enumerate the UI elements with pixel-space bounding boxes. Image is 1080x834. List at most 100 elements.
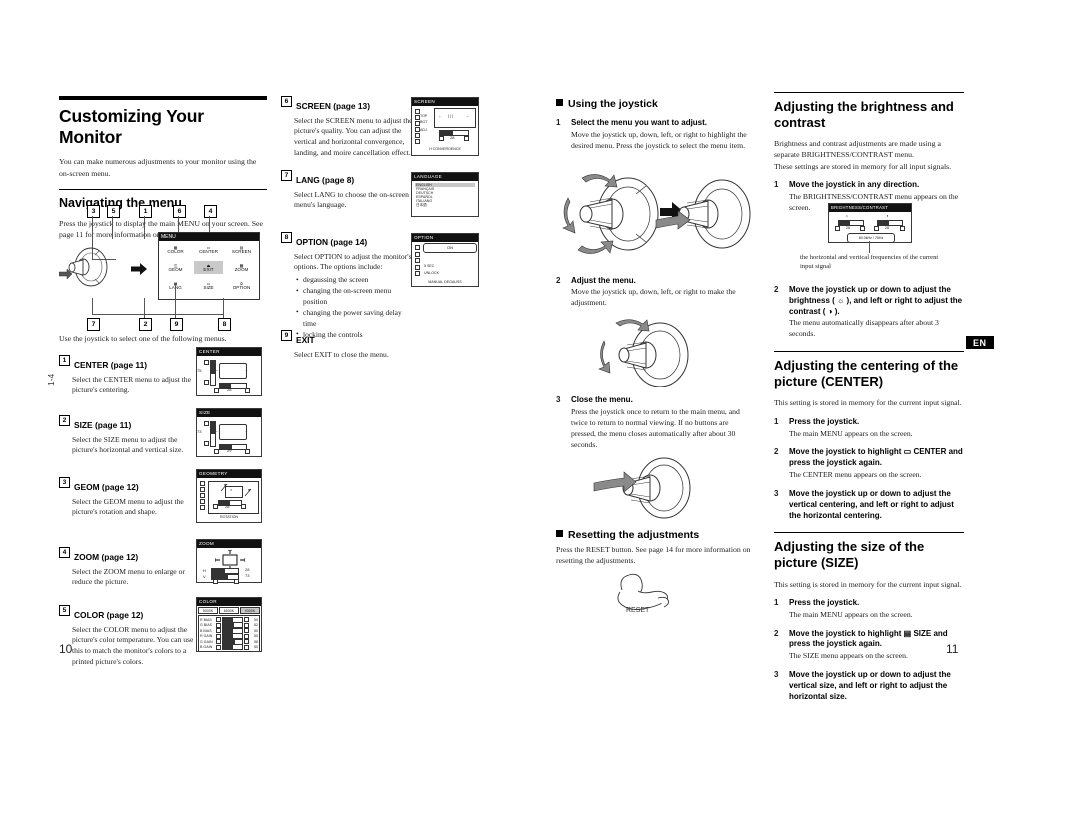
manual-page: Customizing Your Monitor You can make nu… (0, 0, 1080, 834)
osd-title: BRIGHTNESS/CONTRAST (829, 204, 911, 212)
leader-line (92, 314, 224, 315)
callout-flag-3: 3 (87, 205, 100, 218)
step-number: 3 (774, 489, 779, 499)
osd-left-arrow: ← (215, 367, 219, 372)
osd-v-value: 75 (197, 368, 202, 373)
osd-v-slider[interactable] (210, 421, 216, 447)
osd-brightness-value: 28 (846, 225, 850, 230)
osd-brightness-contrast: BRIGHTNESS/CONTRAST ☼ 28 ◑ 28 80.0kHz / … (828, 203, 912, 243)
menu-cell-geom[interactable]: ◫ GEOM (160, 259, 191, 275)
item-desc: Select the GEOM menu to adjust the pictu… (72, 496, 184, 517)
item-number: 1 (59, 355, 70, 366)
osd-v-slider[interactable] (210, 360, 216, 386)
step-number: 2 (774, 285, 779, 294)
bullet-square-icon (556, 99, 563, 106)
osd-title: OPTION (412, 234, 478, 242)
osd-on-field[interactable]: ON (423, 243, 477, 253)
osd-picture-rect (219, 424, 247, 440)
osd-zoom: ZOOM H 28 V 73 (196, 539, 262, 584)
osd-title: ZOOM (197, 540, 261, 548)
leader-line (223, 298, 224, 319)
osd-h-label: H (203, 568, 206, 573)
step-number: 2 (556, 275, 561, 285)
menu-cell-zoom[interactable]: ▩ ZOOM (226, 259, 257, 275)
step-number: 2 (774, 628, 779, 638)
reset-illustration-wrap: RESET (556, 572, 754, 622)
item-desc: Select the COLOR menu to adjust the pict… (72, 624, 194, 666)
osd-marker (204, 441, 209, 446)
osd-h-slider[interactable] (218, 500, 242, 506)
step-bold: Adjust the menu. (571, 275, 636, 285)
osd-label-bot: BOT (420, 120, 428, 124)
leader-line (112, 216, 113, 239)
osd-convergence-pattern: ||| (448, 113, 455, 118)
title-rule (59, 96, 267, 100)
zoom-expand-icon (215, 550, 245, 570)
color-row[interactable]: B GAIN 50 (200, 644, 258, 651)
center-intro: This setting is stored in memory for the… (774, 398, 962, 408)
osd-lock-value: UNLOCK (424, 271, 439, 275)
leader-line (144, 298, 145, 319)
osd-h-value: 29 (227, 448, 232, 453)
callout-flag-8: 8 (218, 318, 231, 331)
joystick-press-illustration (593, 457, 691, 519)
menu-cell-option[interactable]: ⛭ OPTION (226, 277, 257, 293)
osd-marker (204, 421, 209, 426)
osd-frequency-box: 80.0kHz / 75Hz (847, 233, 895, 243)
osd-geometry: GEOMETRY × 28 ROTATION (196, 469, 262, 523)
step-2-adjust: 2 Adjust the menu. Move the joystick up,… (556, 276, 754, 310)
item-title: CENTER (page 11) (74, 360, 148, 370)
rotation-arrows-icon (220, 483, 252, 497)
item-desc: Select EXIT to close the menu. (294, 349, 389, 359)
tab-5000k[interactable]: 5000K (198, 607, 218, 614)
osd-title: LANGUAGE (412, 173, 478, 181)
item-number: 5 (59, 605, 70, 616)
step-number: 1 (774, 597, 779, 607)
menu-cell-center[interactable]: ▭ CENTER (193, 241, 224, 257)
step-text: The main MENU appears on the screen. (789, 609, 913, 619)
lang-option-japanese[interactable]: 日本語 (415, 203, 475, 208)
item-desc: Select OPTION to adjust the monitor's op… (294, 251, 412, 272)
menu-cell-size[interactable]: ▭ SIZE (193, 277, 224, 293)
step-bold: Select the menu you want to adjust. (571, 118, 708, 127)
bullet: changing the on-screen menu position (296, 286, 411, 307)
osd-v-label: V (203, 574, 206, 579)
osd-icon-row (200, 505, 205, 510)
item-title: SIZE (page 11) (74, 420, 132, 430)
osd-marker (204, 380, 209, 385)
osd-marker (245, 449, 250, 454)
callout-flag-7: 7 (87, 318, 100, 331)
bullet: changing the power saving delay time (296, 307, 411, 329)
osd-marker (214, 388, 219, 393)
menu-osd: MENU ▦ COLOR ▭ CENTER ▤ SCREEN ◫ GEOM ⏏ … (158, 232, 260, 300)
osd-icon-row (415, 245, 420, 250)
osd-right-arrow: → (244, 367, 248, 372)
leader-line (144, 216, 145, 239)
osd-icon-row (200, 481, 205, 486)
size-step-3: 3 Move the joystick up or down to adjust… (774, 670, 964, 702)
osd-language: LANGUAGE ENGLISH FRANÇAIS DEUTSCH ESPAÑO… (411, 172, 479, 217)
osd-marker (439, 136, 444, 141)
contrast-icon: ◑ (886, 213, 889, 218)
osd-h-slider[interactable] (219, 383, 247, 389)
osd-footer: H CONVERGENCE (429, 147, 461, 151)
item-title: SCREEN (page 13) (296, 101, 370, 111)
osd-right-arrow: → (244, 428, 248, 433)
step-number: 1 (556, 118, 561, 127)
osd-delay-value: 5 SEC (424, 264, 435, 268)
step-text: The SIZE menu appears on the screen. (789, 651, 908, 661)
finger-press-illustration: RESET (617, 574, 669, 614)
callout-flag-9: 9 (170, 318, 183, 331)
menu-cell-exit[interactable]: ⏏ EXIT (193, 259, 224, 275)
osd-icon-row (415, 139, 420, 144)
menu-cell-color[interactable]: ▦ COLOR (160, 241, 191, 257)
tab-9300k[interactable]: 9300K (240, 607, 260, 614)
menu-osd-title: MENU (159, 233, 259, 241)
tab-6500k[interactable]: 6500K (219, 607, 239, 614)
menu-cell-screen[interactable]: ▤ SCREEN (226, 241, 257, 257)
arrow-right-icon (131, 263, 147, 275)
osd-icon-row (200, 499, 205, 504)
item-title: ZOOM (page 12) (74, 552, 139, 562)
osd-h-slider[interactable] (219, 444, 247, 450)
item-title: OPTION (page 14) (296, 237, 368, 247)
